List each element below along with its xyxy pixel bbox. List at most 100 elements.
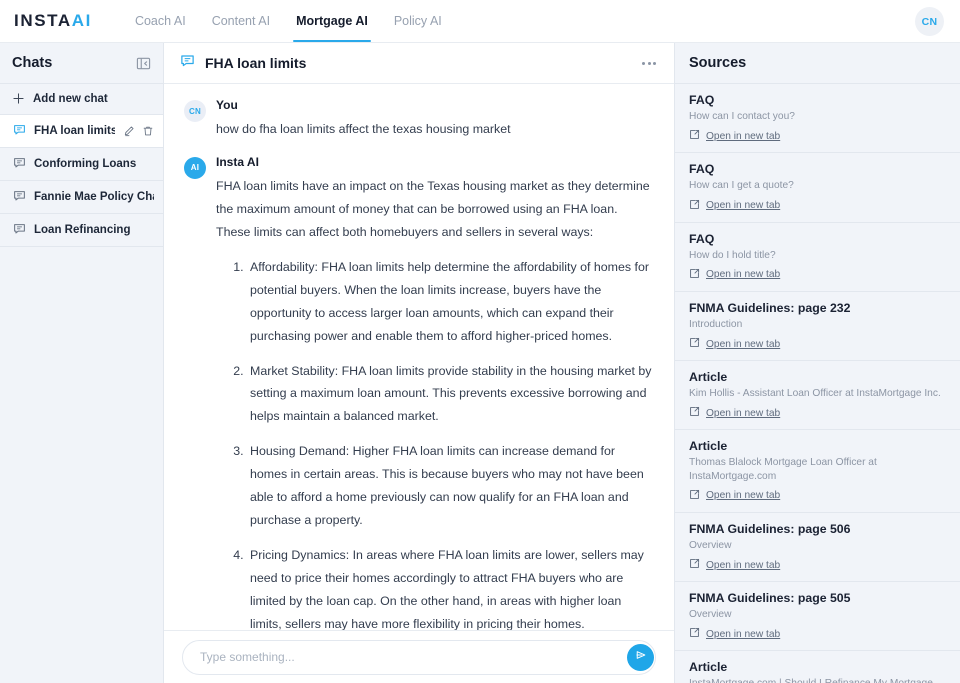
open-in-new-tab-label: Open in new tab (706, 130, 781, 142)
source-description: How can I get a quote? (689, 180, 794, 192)
sidebar-header: Chats (0, 43, 163, 84)
open-in-new-tab-link[interactable]: Open in new tab (689, 268, 780, 282)
external-link-icon (689, 558, 700, 572)
source-title: FAQ (689, 93, 715, 107)
app-logo: INSTA AI (14, 11, 92, 31)
tab-mortgage-ai[interactable]: Mortgage AI (283, 0, 381, 42)
source-title: Article (689, 660, 728, 675)
source-title: Article (689, 439, 728, 454)
logo-text-accent: AI (71, 11, 92, 30)
sidebar-item-label: FHA loan limits (34, 125, 115, 137)
user-avatar[interactable]: CN (915, 7, 944, 36)
more-options-icon[interactable] (640, 56, 658, 71)
avatar: AI (184, 156, 206, 179)
chat-title: FHA loan limits (205, 55, 307, 71)
external-link-icon (689, 129, 700, 143)
open-in-new-tab-label: Open in new tab (706, 200, 781, 211)
open-in-new-tab-label: Open in new tab (706, 338, 781, 350)
open-in-new-tab-label: Open in new tab (706, 269, 781, 281)
source-item: Article Kim Hollis - Assistant Loan Offi… (675, 361, 960, 431)
add-new-chat-label: Add new chat (33, 93, 108, 105)
source-item: FNMA Guidelines: page 232 Introduction O… (675, 292, 960, 361)
source-description: How can I contact you? (689, 111, 795, 122)
message-text: FHA loan limits have an impact on the Te… (216, 175, 654, 630)
sidebar-item-fha-loan-limits[interactable]: FHA loan limits (0, 115, 163, 148)
external-link-icon (689, 489, 700, 503)
source-item: FAQ How can I contact you? Open in new t… (675, 84, 960, 154)
source-item: Article InstaMortgage.com | Should I Ref… (675, 651, 960, 683)
source-item: FAQ How do I hold title? Open in new tab (675, 223, 960, 292)
open-in-new-tab-label: Open in new tab (706, 628, 781, 640)
source-description: Overview (689, 609, 732, 620)
chats-sidebar: Chats Add new chat FHA loan limits Confo… (0, 43, 164, 683)
open-in-new-tab-link[interactable]: Open in new tab (689, 129, 780, 143)
source-description: How do I hold title? (689, 249, 776, 261)
composer-input-wrap (182, 639, 656, 675)
open-in-new-tab-link[interactable]: Open in new tab (689, 406, 780, 420)
message-composer (164, 630, 674, 683)
sidebar-item-label: Conforming Loans (34, 158, 137, 170)
message-list: CN You how do fha loan limits affect the… (164, 84, 674, 630)
message-body: Insta AI FHA loan limits have an impact … (216, 155, 654, 630)
sidebar-item-conforming-loans[interactable]: Conforming Loans (0, 148, 163, 181)
source-title: FNMA Guidelines: page 505 (689, 591, 851, 605)
message-input[interactable] (182, 639, 656, 675)
top-bar: INSTA AI Coach AI Content AI Mortgage AI … (0, 0, 960, 43)
chat-bubble-icon (13, 156, 26, 172)
message-author: Insta AI (216, 154, 259, 169)
external-link-icon (689, 337, 700, 351)
panel-collapse-icon[interactable] (136, 56, 151, 71)
app-root: INSTA AI Coach AI Content AI Mortgage AI … (0, 0, 960, 683)
open-in-new-tab-link[interactable]: Open in new tab (689, 337, 780, 351)
external-link-icon (689, 406, 700, 420)
edit-pencil-icon[interactable] (123, 125, 135, 137)
sidebar-title: Chats (12, 55, 53, 71)
open-in-new-tab-link[interactable]: Open in new tab (689, 199, 780, 213)
send-button[interactable] (627, 643, 654, 671)
chat-header: FHA loan limits (164, 43, 674, 84)
sidebar-item-loan-refinancing[interactable]: Loan Refinancing (0, 214, 163, 247)
message-user: CN You how do fha loan limits affect the… (184, 98, 654, 141)
source-item: Article Thomas Blalock Mortgage Loan Off… (675, 430, 960, 513)
tab-content-ai[interactable]: Content AI (199, 0, 283, 42)
send-paper-plane-icon (634, 648, 648, 667)
external-link-icon (689, 199, 700, 213)
chat-item-actions (123, 125, 154, 137)
external-link-icon (689, 268, 700, 282)
list-item: Pricing Dynamics: In areas where FHA loa… (247, 544, 654, 630)
chat-bubble-icon (13, 222, 26, 238)
chat-bubble-icon (180, 53, 195, 73)
logo-text-primary: INSTA (14, 11, 72, 30)
open-in-new-tab-link[interactable]: Open in new tab (689, 627, 780, 641)
source-title: FAQ (689, 162, 715, 177)
source-description: Introduction (689, 318, 743, 330)
source-description: InstaMortgage.com | Should I Refinance M… (689, 677, 946, 683)
open-in-new-tab-label: Open in new tab (706, 559, 781, 571)
open-in-new-tab-link[interactable]: Open in new tab (689, 558, 780, 572)
message-author: You (216, 98, 238, 112)
delete-trash-icon[interactable] (142, 125, 154, 137)
answer-intro: FHA loan limits have an impact on the Te… (216, 178, 650, 239)
add-new-chat-button[interactable]: Add new chat (0, 84, 163, 115)
top-nav: Coach AI Content AI Mortgage AI Policy A… (122, 0, 455, 42)
plus-icon (13, 92, 24, 106)
list-item: Market Stability: FHA loan limits provid… (247, 360, 654, 429)
sources-list: FAQ How can I contact you? Open in new t… (675, 84, 960, 683)
source-item: FAQ How can I get a quote? Open in new t… (675, 153, 960, 223)
open-in-new-tab-link[interactable]: Open in new tab (689, 489, 780, 503)
tab-policy-ai[interactable]: Policy AI (381, 0, 455, 42)
open-in-new-tab-label: Open in new tab (706, 490, 781, 502)
source-description: Thomas Blalock Mortgage Loan Officer at … (689, 457, 877, 482)
message-text: how do fha loan limits affect the texas … (216, 122, 511, 136)
sidebar-item-label: Loan Refinancing (34, 224, 131, 236)
tab-coach-ai[interactable]: Coach AI (122, 0, 199, 42)
list-item: Housing Demand: Higher FHA loan limits c… (247, 440, 654, 532)
source-title: FNMA Guidelines: page 506 (689, 521, 851, 536)
avatar: CN (184, 100, 206, 122)
chat-bubble-icon (13, 189, 26, 205)
source-title: FNMA Guidelines: page 232 (689, 300, 851, 315)
sidebar-item-fannie-mae-policy-change[interactable]: Fannie Mae Policy Change (0, 181, 163, 214)
message-assistant: AI Insta AI FHA loan limits have an impa… (184, 155, 654, 630)
source-description: Kim Hollis - Assistant Loan Officer at I… (689, 388, 941, 399)
sources-header: Sources (675, 43, 960, 84)
